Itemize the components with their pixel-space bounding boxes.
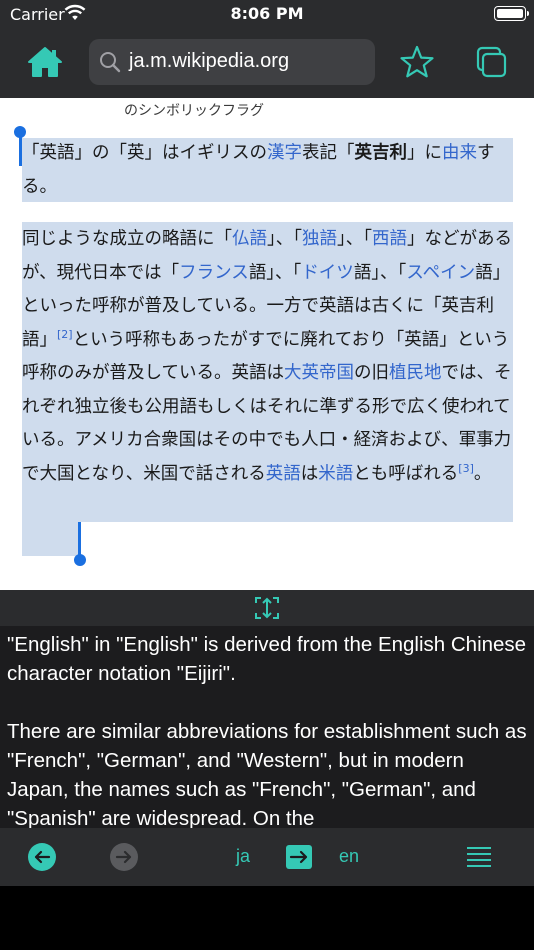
target-language[interactable]: en — [339, 846, 359, 867]
link-dokugo[interactable]: 独語 — [302, 229, 337, 249]
reference-2[interactable]: [2] — [57, 328, 73, 341]
forward-button[interactable] — [110, 843, 138, 871]
selection-highlight — [22, 522, 78, 556]
translation-header — [0, 590, 534, 626]
menu-icon — [467, 847, 491, 867]
link-seigo[interactable]: 西語 — [372, 229, 407, 249]
url-bar[interactable]: ja.m.wikipedia.org — [89, 39, 375, 85]
selection-start-line — [19, 134, 22, 166]
link-american-english[interactable]: 米語 — [318, 464, 353, 484]
bookmark-button[interactable] — [398, 44, 436, 80]
selection-end-line — [78, 522, 81, 556]
image-caption: のシンボリックフラグ — [124, 103, 264, 119]
arrow-right-icon — [289, 850, 308, 864]
arrow-right-icon — [115, 850, 132, 864]
menu-button[interactable] — [466, 846, 492, 868]
bottom-toolbar: ja en — [0, 828, 534, 886]
link-yurai[interactable]: 由来 — [442, 143, 477, 163]
tabs-icon — [476, 46, 507, 78]
clock: 8:06 PM — [230, 4, 304, 23]
link-germany[interactable]: ドイツ — [301, 263, 354, 283]
star-icon — [400, 45, 434, 78]
source-language[interactable]: ja — [236, 846, 250, 867]
link-english[interactable]: 英語 — [266, 464, 301, 484]
home-icon — [28, 47, 62, 77]
translation-text: "English" in "English" is derived from t… — [7, 633, 527, 828]
web-content[interactable]: のシンボリックフラグ 「英語」の「英」はイギリスの漢字表記「英吉利」に由来する。… — [0, 98, 534, 590]
reference-3[interactable]: [3] — [458, 462, 474, 475]
back-button[interactable] — [28, 843, 56, 871]
search-icon — [100, 52, 121, 73]
home-indicator-area — [0, 886, 534, 950]
selection-end-handle[interactable] — [74, 554, 86, 566]
paragraph-1: 「英語」の「英」はイギリスの漢字表記「英吉利」に由来する。 — [22, 143, 495, 197]
link-futsugo[interactable]: 仏語 — [232, 229, 267, 249]
bold-term: 英吉利 — [354, 143, 408, 163]
url-text: ja.m.wikipedia.org — [129, 50, 290, 72]
expand-icon[interactable] — [253, 594, 281, 622]
browser-toolbar: ja.m.wikipedia.org — [0, 30, 534, 98]
link-colony[interactable]: 植民地 — [389, 363, 442, 383]
arrow-left-icon — [34, 850, 51, 864]
home-button[interactable] — [26, 44, 64, 80]
swap-language-button[interactable] — [286, 845, 312, 869]
status-bar: Carrier 8:06 PM — [0, 0, 534, 30]
link-spain[interactable]: スペイン — [406, 263, 475, 283]
paragraph-2: 同じような成立の略語に「仏語」、「独語」、「西語」などがあるが、現代日本では「フ… — [22, 229, 512, 484]
link-kanji[interactable]: 漢字 — [267, 143, 302, 163]
translation-panel[interactable]: "English" in "English" is derived from t… — [0, 626, 534, 828]
link-france[interactable]: フランス — [179, 263, 249, 283]
link-british-empire[interactable]: 大英帝国 — [284, 363, 354, 383]
battery-icon — [494, 6, 529, 21]
tabs-button[interactable] — [472, 44, 510, 82]
